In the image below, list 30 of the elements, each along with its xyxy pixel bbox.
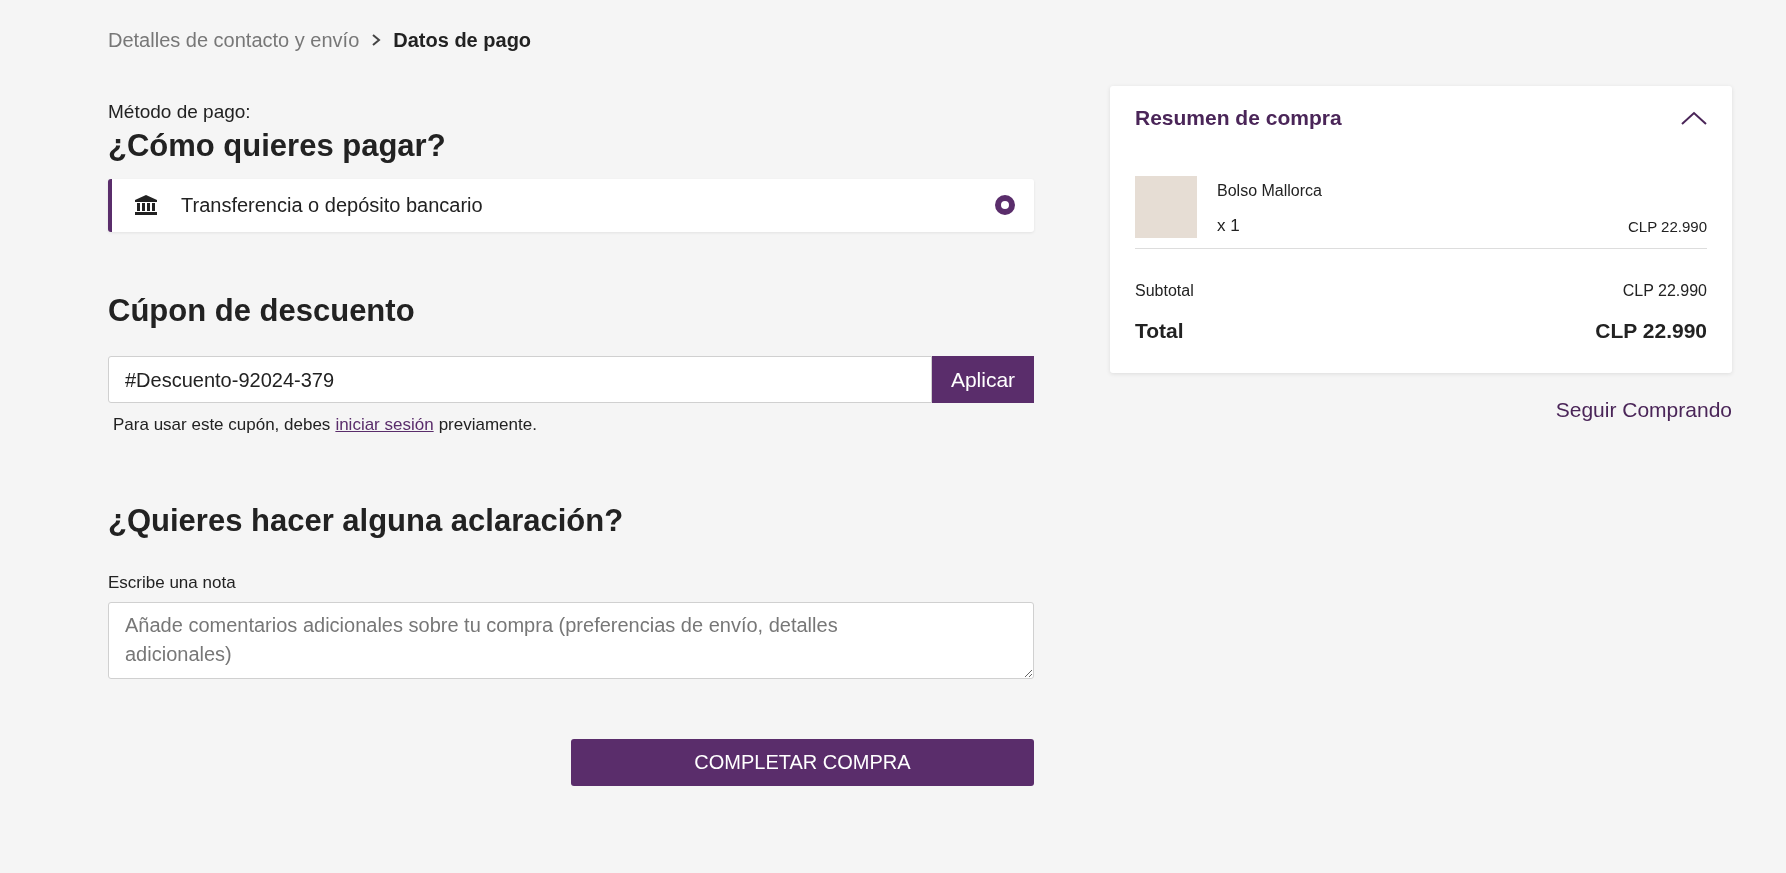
radio-button[interactable] (995, 195, 1015, 215)
section-heading: ¿Quieres hacer alguna aclaración? (108, 501, 625, 540)
section-heading: Cúpon de descuento (108, 291, 416, 330)
summary-title: Resumen de compra (1135, 105, 1342, 132)
breadcrumb-link[interactable]: Datos de pago (393, 25, 532, 55)
subtotal-label: Subtotal (1135, 281, 1194, 301)
subtotal-value: CLP 22.990 (1622, 281, 1707, 301)
section-heading: ¿Cómo quieres pagar? (108, 126, 447, 165)
chevron-up-icon[interactable] (1681, 111, 1707, 125)
payment-option-label: Transferencia o depósito bancario (181, 193, 484, 218)
bank-icon (135, 195, 157, 215)
coupon-hint: Para usar este cupón, debes (113, 414, 331, 436)
note-label: Escribe una nota (108, 572, 237, 594)
note-field[interactable]: Añade comentarios adicionales sobre tu compra (preferencias de envío, detalles adicionales) (108, 601, 1034, 679)
payment-option[interactable]: Transferencia o depósito bancario (108, 178, 1034, 232)
coupon-field[interactable]: #Descuento-92024-379 (108, 356, 932, 403)
chevron-right-icon (371, 33, 382, 47)
product-name: Bolso Mallorca (1217, 181, 1323, 201)
coupon-hint: previamente. (438, 414, 537, 436)
total-value: CLP 22.990 (1595, 318, 1707, 344)
total-label: Total (1135, 318, 1184, 344)
continue-shopping-link[interactable]: Seguir Comprando (1555, 393, 1732, 425)
login-link[interactable]: iniciar sesión (335, 412, 434, 438)
product-price: CLP 22.990 (1628, 216, 1707, 237)
photo-placeholder (1135, 176, 1197, 238)
breadcrumb-link[interactable]: Detalles de contacto y envío (108, 25, 360, 55)
product-quantity: x 1 (1217, 214, 1240, 237)
apply-button[interactable]: Aplicar (932, 356, 1034, 403)
payment-method-label: Método de pago: (108, 100, 252, 124)
complete-purchase-button[interactable]: COMPLETAR COMPRA (571, 738, 1034, 786)
